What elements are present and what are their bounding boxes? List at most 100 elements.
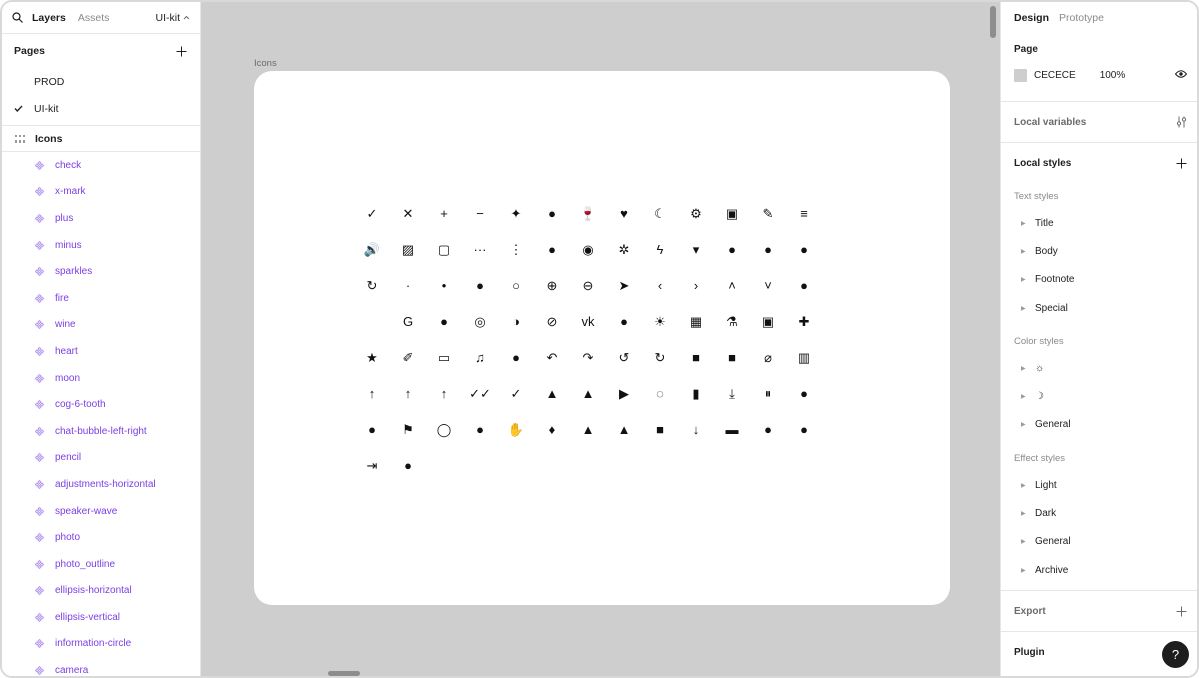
canvas-icon[interactable]: ↷ (570, 339, 606, 375)
canvas-icon[interactable]: ♫ (462, 339, 498, 375)
canvas-icon[interactable]: ★ (354, 339, 390, 375)
canvas-icon[interactable]: + (426, 195, 462, 231)
canvas-icon[interactable]: ≡ (786, 195, 822, 231)
layer-item[interactable]: speaker-wave (2, 498, 200, 525)
canvas-icon[interactable]: ⚗ (714, 303, 750, 339)
canvas-icon[interactable]: ● (786, 375, 822, 411)
canvas-icon[interactable]: ↻ (642, 339, 678, 375)
canvas-icon[interactable]: 🔊 (354, 231, 390, 267)
canvas-icon[interactable]: ▲ (570, 411, 606, 447)
canvas-icon[interactable]: ↻ (354, 267, 390, 303)
canvas-icon[interactable]: ▭ (426, 339, 462, 375)
canvas-icon[interactable]: ● (498, 339, 534, 375)
canvas-icon[interactable]: ⇥ (354, 447, 390, 483)
canvas-icon[interactable]: ⤓ (714, 375, 750, 411)
layer-item[interactable]: fire (2, 285, 200, 312)
canvas-icon[interactable]: G (390, 303, 426, 339)
canvas-icon[interactable]: ● (786, 267, 822, 303)
canvas-icon[interactable]: › (678, 267, 714, 303)
layer-item[interactable]: photo (2, 524, 200, 551)
page-color-row[interactable]: CECECE 100% (1001, 64, 1197, 86)
canvas-icon[interactable]: ● (786, 231, 822, 267)
canvas-icon[interactable]: ▢ (426, 231, 462, 267)
style-item[interactable]: ▶ Special (1001, 294, 1197, 322)
horizontal-scrollbar[interactable] (328, 671, 360, 676)
canvas-icon[interactable]: − (462, 195, 498, 231)
style-item[interactable]: ▶ Light (1001, 471, 1197, 499)
canvas-icon[interactable]: ✲ (606, 231, 642, 267)
layer-item[interactable]: adjustments-horizontal (2, 471, 200, 498)
canvas-icon[interactable]: ◉ (570, 231, 606, 267)
canvas-icon[interactable]: ▣ (750, 303, 786, 339)
canvas-icon[interactable]: ● (750, 411, 786, 447)
style-item[interactable]: ▶ ☼ (1001, 354, 1197, 382)
canvas-icon[interactable]: ✓✓ (462, 375, 498, 411)
style-item[interactable]: ▶ General (1001, 528, 1197, 556)
layer-frame-icons[interactable]: Icons (2, 126, 200, 152)
canvas-icon[interactable]: ● (750, 231, 786, 267)
add-page-button[interactable] (174, 44, 188, 58)
canvas-icon[interactable]: ▲ (534, 375, 570, 411)
canvas-icon[interactable]: ■ (642, 411, 678, 447)
canvas-icon[interactable]: ✦ (498, 195, 534, 231)
layer-item[interactable]: moon (2, 365, 200, 392)
page-color-value[interactable]: CECECE (1034, 70, 1076, 81)
canvas-icon[interactable]: vk (570, 303, 606, 339)
canvas-icon[interactable]: ▨ (390, 231, 426, 267)
canvas-icon[interactable]: ⊕ (534, 267, 570, 303)
color-swatch[interactable] (1014, 68, 1027, 82)
layer-item[interactable]: minus (2, 232, 200, 259)
style-item[interactable]: ▶ ☽ (1001, 382, 1197, 410)
help-button[interactable]: ? (1162, 641, 1189, 668)
canvas-icon[interactable]: ☀ (642, 303, 678, 339)
canvas-icon[interactable]: ⏸ (750, 375, 786, 411)
canvas-icon[interactable]: ■ (714, 339, 750, 375)
layer-item[interactable]: information-circle (2, 631, 200, 658)
canvas-icon[interactable]: ● (606, 303, 642, 339)
canvas-icon[interactable]: ● (390, 447, 426, 483)
page-switcher[interactable]: UI-kit (156, 12, 191, 24)
canvas-icon[interactable]: ⌀ (750, 339, 786, 375)
frame-title[interactable]: Icons (254, 58, 277, 69)
tab-prototype[interactable]: Prototype (1059, 12, 1104, 24)
canvas-icon[interactable]: ▦ (678, 303, 714, 339)
canvas-icon[interactable]: ✋ (498, 411, 534, 447)
canvas-icon[interactable]: ✓ (498, 375, 534, 411)
layer-item[interactable]: pencil (2, 445, 200, 472)
layer-item[interactable]: photo_outline (2, 551, 200, 578)
canvas-icon[interactable]: ‹ (642, 267, 678, 303)
layer-item[interactable]: wine (2, 312, 200, 339)
search-icon[interactable] (12, 11, 26, 25)
canvas[interactable]: Icons ✓ ✕ + − ✦ ● 🍷 ♥ ☾ ⚙ ▣ ✎ ≡ 🔊 ▨ ▢ ··· ⋮ ● ◉ ✲ ϟ ▾ ● ● ● ↻ · • ● ○ ⊕… (201, 2, 1000, 676)
canvas-icon[interactable]: ● (786, 411, 822, 447)
canvas-icon[interactable]: ✕ (390, 195, 426, 231)
layer-item[interactable]: heart (2, 338, 200, 365)
canvas-icon[interactable]: • (426, 267, 462, 303)
canvas-icon[interactable]: ✓ (354, 195, 390, 231)
style-item[interactable]: ▶ Body (1001, 237, 1197, 265)
canvas-icon[interactable]: ● (714, 231, 750, 267)
canvas-icon[interactable]: ● (534, 195, 570, 231)
layer-item[interactable]: plus (2, 205, 200, 232)
local-variables-button[interactable]: Local variables (1014, 117, 1086, 128)
canvas-icon[interactable]: ▥ (786, 339, 822, 375)
canvas-icon[interactable]: ☾ (642, 195, 678, 231)
canvas-icon[interactable]: ◎ (462, 303, 498, 339)
style-item[interactable]: ▶ Footnote (1001, 266, 1197, 294)
canvas-icon[interactable]: ✐ (390, 339, 426, 375)
layer-item[interactable]: ellipsis-vertical (2, 604, 200, 631)
canvas-icon[interactable]: ↺ (606, 339, 642, 375)
canvas-icon[interactable]: ↑ (354, 375, 390, 411)
layer-item[interactable]: cog-6-tooth (2, 391, 200, 418)
tab-layers[interactable]: Layers (32, 12, 66, 24)
style-item[interactable]: ▶ General (1001, 411, 1197, 439)
eye-icon[interactable] (1174, 69, 1188, 81)
layer-item[interactable]: check (2, 152, 200, 179)
canvas-icon[interactable]: ↓ (678, 411, 714, 447)
canvas-icon[interactable]: ⋮ (498, 231, 534, 267)
page-item-ui-kit[interactable]: UI-kit (2, 95, 200, 122)
canvas-icon[interactable]: ⚙ (678, 195, 714, 231)
canvas-icon[interactable]: ● (462, 411, 498, 447)
canvas-icon[interactable]: ✎ (750, 195, 786, 231)
canvas-icon[interactable]: ▶ (606, 375, 642, 411)
